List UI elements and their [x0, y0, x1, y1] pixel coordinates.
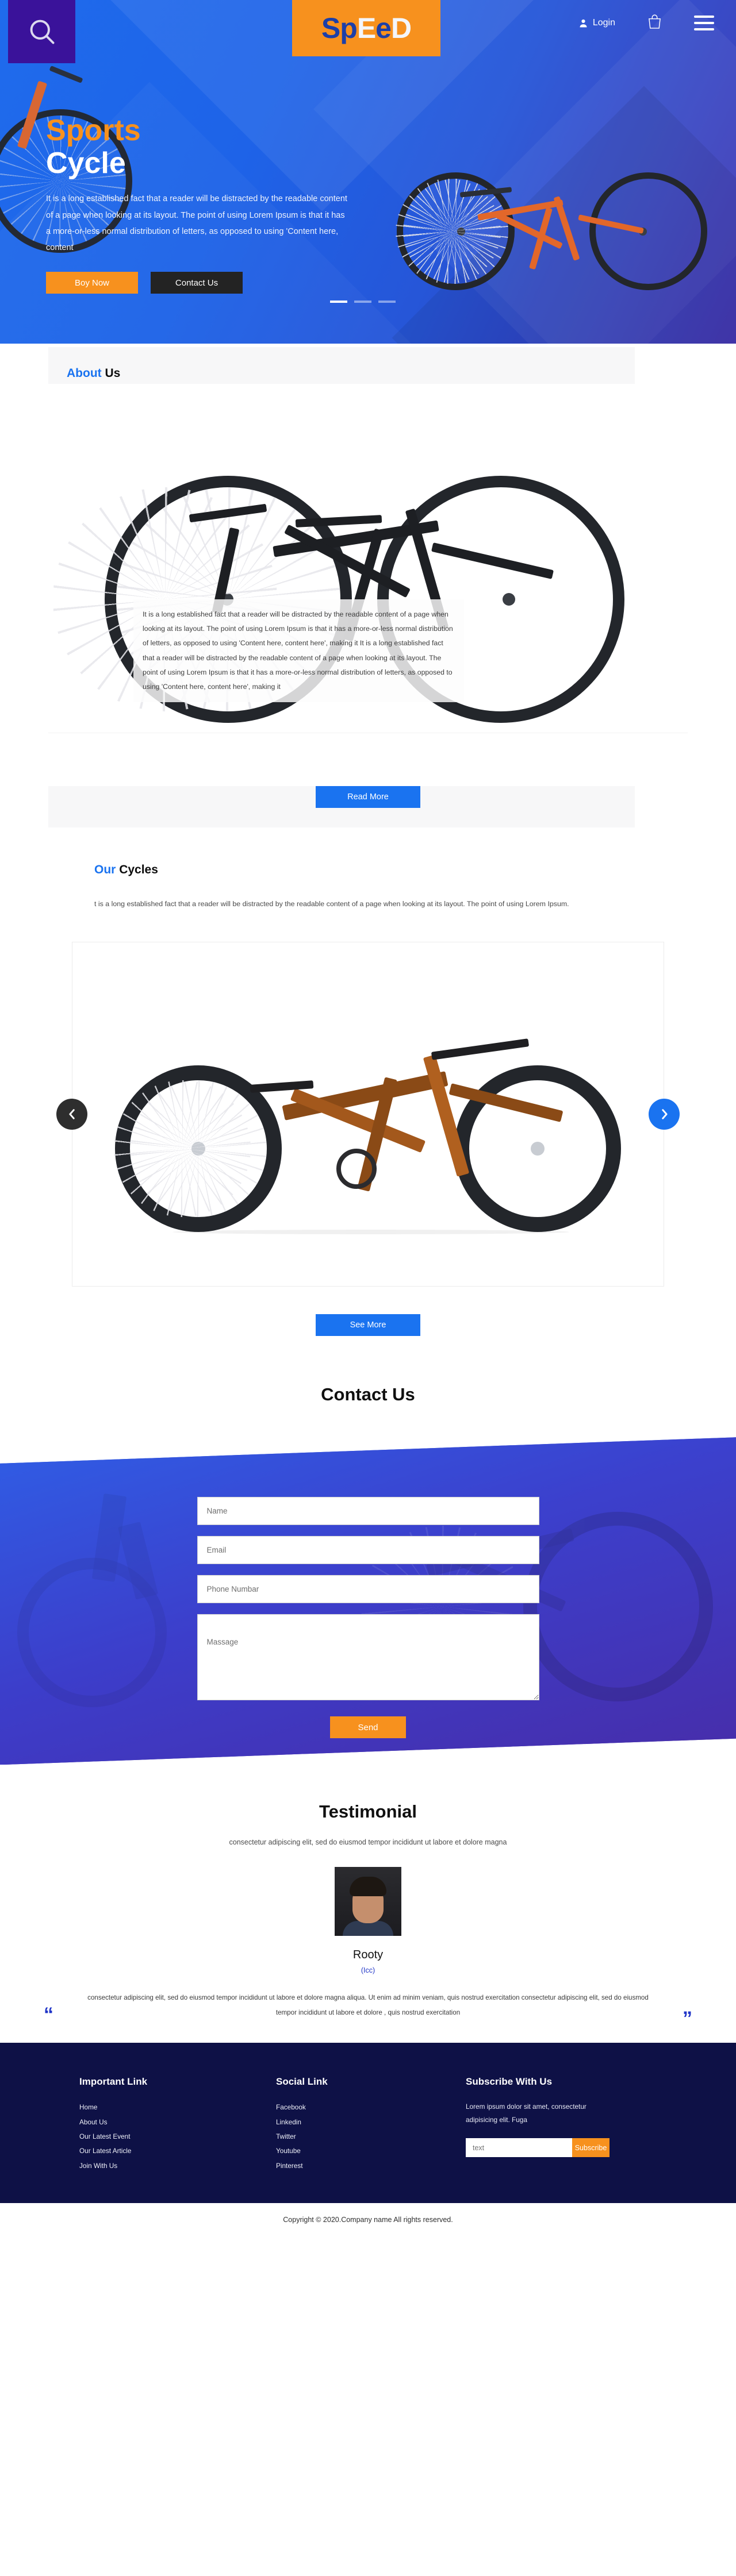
footer-link-youtube[interactable]: Youtube [276, 2144, 466, 2158]
testimonial-section: Testimonial consectetur adipiscing elit,… [0, 1765, 736, 2043]
slider-indicator-3[interactable] [378, 301, 396, 303]
cycles-carousel [56, 942, 680, 1287]
about-card: About Us It is a long established fact t… [48, 347, 688, 786]
send-button[interactable]: Send [330, 1716, 406, 1739]
cycles-heading-dark: Cycles [119, 863, 158, 876]
about-paragraph: It is a long established fact that a rea… [133, 599, 464, 703]
testimonial-author-role: (Icc) [361, 1966, 375, 1975]
about-heading-accent: About [67, 367, 102, 380]
name-input[interactable] [197, 1497, 539, 1526]
quote-close-icon: ” [683, 2008, 692, 2030]
cycles-heading: Our Cycles [48, 863, 688, 877]
testimonial-avatar [335, 1867, 401, 1936]
about-heading: About Us [48, 367, 688, 380]
footer-link-latest-event[interactable]: Our Latest Event [79, 2130, 276, 2144]
site-footer: Important Link Home About Us Our Latest … [0, 2043, 736, 2204]
testimonial-subtitle: consectetur adipiscing elit, sed do eius… [229, 1838, 507, 1847]
testimonial-title: Testimonial [319, 1801, 417, 1822]
footer-link-about-us[interactable]: About Us [79, 2115, 276, 2130]
contact-us-button[interactable]: Contact Us [151, 272, 243, 294]
about-heading-dark: Us [105, 367, 121, 380]
shopping-bag-icon [649, 14, 661, 29]
carousel-prev-button[interactable] [56, 1099, 87, 1130]
cart-button[interactable] [647, 14, 662, 32]
subscribe-button[interactable]: Subscribe [572, 2138, 610, 2158]
footer-columns: Important Link Home About Us Our Latest … [63, 2076, 673, 2173]
important-link-title: Important Link [79, 2076, 148, 2088]
subscribe-description: Lorem ipsum dolor sit amet, consectetur … [466, 2103, 586, 2124]
user-icon [580, 19, 587, 28]
footer-important-links: Important Link Home About Us Our Latest … [63, 2076, 276, 2173]
slider-indicator-2[interactable] [354, 301, 371, 303]
search-button[interactable] [8, 0, 75, 63]
chevron-right-icon [661, 1109, 668, 1120]
subscribe-input[interactable] [466, 2138, 572, 2158]
slider-indicator-1[interactable] [330, 301, 347, 303]
top-navigation: Login [579, 14, 714, 32]
our-cycles-inner: Our Cycles t is a long established fact … [48, 863, 688, 1337]
footer-link-home[interactable]: Home [79, 2100, 276, 2115]
subscribe-title: Subscribe With Us [466, 2076, 553, 2088]
footer-link-twitter[interactable]: Twitter [276, 2130, 466, 2144]
footer-subscribe: Subscribe With Us Lorem ipsum dolor sit … [466, 2076, 673, 2173]
carousel-next-button[interactable] [649, 1099, 680, 1130]
testimonial-author-name: Rooty [352, 1949, 384, 1962]
site-logo[interactable]: SpEeD [292, 0, 440, 56]
quote-open-icon: “ [44, 2004, 53, 2026]
hero-paragraph: It is a long established fact that a rea… [46, 194, 347, 253]
contact-title: Contact Us [321, 1384, 415, 1405]
email-input[interactable] [197, 1536, 539, 1565]
about-action-row: Read More [48, 786, 688, 827]
our-cycles-section: Our Cycles t is a long established fact … [0, 827, 736, 1337]
footer-social-links: Social Link Facebook Linkedin Twitter Yo… [276, 2076, 466, 2173]
hero-title-accent: Sports [46, 114, 141, 147]
hamburger-menu-icon [694, 16, 714, 18]
search-icon [30, 20, 54, 44]
hero-button-group: Boy Now Contact Us [46, 272, 368, 294]
contact-section: Contact Us Send [0, 1336, 736, 1765]
avatar-body [343, 1921, 393, 1936]
about-section: About Us It is a long established fact t… [0, 344, 736, 827]
carousel-slide-image [72, 942, 664, 1287]
chevron-left-icon [68, 1109, 75, 1120]
logo-text: SpEeD [321, 12, 412, 44]
hero-section: SpEeD Login Sports Cycle It is a long es… [0, 0, 736, 344]
footer-link-join-with-us[interactable]: Join With Us [79, 2159, 276, 2173]
footer-link-pinterest[interactable]: Pinterest [276, 2159, 466, 2173]
menu-button[interactable] [694, 16, 714, 30]
buy-now-button[interactable]: Boy Now [46, 272, 138, 294]
login-label: Login [592, 18, 615, 28]
phone-input[interactable] [197, 1575, 539, 1604]
hero-slider-indicators [330, 301, 396, 303]
contact-form: Send [197, 1437, 539, 1739]
hero-bike-right-image [391, 121, 713, 299]
testimonial-quote: consectetur adipiscing elit, sed do eius… [87, 1994, 649, 2016]
footer-link-linkedin[interactable]: Linkedin [276, 2115, 466, 2130]
cycles-heading-accent: Our [94, 863, 116, 876]
about-bicycle-image: It is a long established fact that a rea… [48, 384, 688, 786]
hamburger-menu-icon [694, 28, 714, 30]
contact-banner: Send [0, 1437, 736, 1765]
read-more-button[interactable]: Read More [316, 786, 420, 808]
login-button[interactable]: Login [579, 18, 615, 28]
cycles-paragraph: t is a long established fact that a read… [94, 900, 569, 908]
social-link-title: Social Link [276, 2076, 328, 2088]
hamburger-menu-icon [694, 22, 714, 24]
footer-link-facebook[interactable]: Facebook [276, 2100, 466, 2115]
copyright-bar: Copyright © 2020.Company name All rights… [0, 2203, 736, 2239]
see-more-button[interactable]: See More [316, 1314, 420, 1337]
message-textarea[interactable] [197, 1614, 539, 1701]
hero-content: Sports Cycle It is a long established fa… [46, 115, 368, 294]
avatar-hair [350, 1877, 386, 1897]
subscribe-form: Subscribe [466, 2138, 610, 2158]
hero-title-main: Cycle [46, 146, 126, 180]
footer-link-latest-article[interactable]: Our Latest Article [79, 2144, 276, 2158]
